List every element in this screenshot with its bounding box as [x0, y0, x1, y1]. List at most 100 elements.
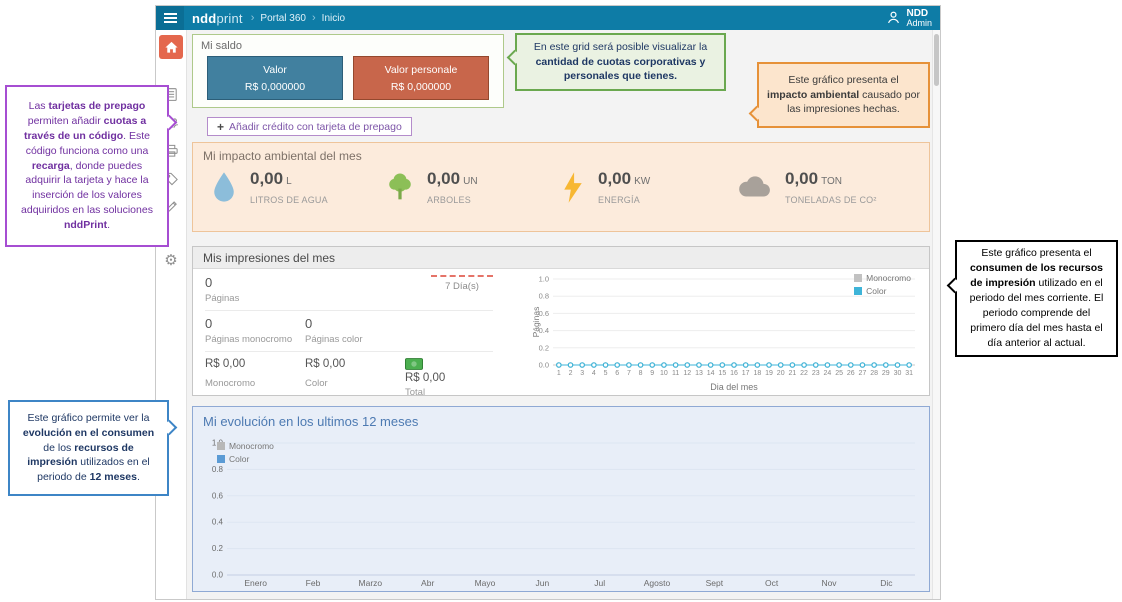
add-credit-label: Añadir crédito con tarjeta de prepago: [229, 121, 402, 133]
breadcrumb-item-inicio[interactable]: Inicio: [322, 13, 345, 24]
add-credit-button[interactable]: + Añadir crédito con tarjeta de prepago: [207, 117, 412, 136]
svg-text:15: 15: [718, 370, 726, 377]
gear-icon: ⚙: [164, 253, 177, 268]
logo-ndd: ndd: [192, 11, 216, 26]
hamburger-menu-button[interactable]: [156, 6, 184, 30]
chevron-right-icon: ›: [251, 12, 255, 24]
callout-impacto: Este gráfico presenta el impacto ambient…: [757, 62, 930, 128]
svg-text:Mayo: Mayo: [475, 578, 496, 588]
water-drop-icon: [211, 171, 237, 204]
balance-card-label: Valor personale: [354, 64, 488, 76]
sidebar-item-settings[interactable]: ⚙: [159, 248, 183, 272]
callout-text: Este gráfico presenta el consumen de los…: [965, 246, 1108, 350]
scrollbar[interactable]: [932, 30, 940, 599]
metric-label: ENERGÍA: [598, 195, 650, 205]
impresiones-panel: Mis impresiones del mes 0 Páginas 7 Día(…: [192, 246, 930, 396]
svg-text:24: 24: [824, 370, 832, 377]
user-name: NDD: [906, 8, 932, 19]
callout-arrow-left-icon: [947, 278, 963, 294]
stat-color-pages: 0 Páginas color: [305, 316, 405, 345]
stat-value: R$ 0,00: [205, 358, 305, 370]
metric-energy: 0,00KW ENERGÍA: [561, 169, 736, 205]
sidebar-item-home[interactable]: [159, 35, 183, 59]
svg-text:30: 30: [894, 370, 902, 377]
callout-saldo: En este grid será posible visualizar la …: [515, 33, 726, 91]
svg-text:16: 16: [730, 370, 738, 377]
user-menu[interactable]: NDD Admin: [886, 8, 932, 29]
svg-text:9: 9: [650, 370, 654, 377]
callout-evolucion: Este gráfico permite ver la evolución en…: [8, 400, 169, 496]
svg-text:10: 10: [660, 370, 668, 377]
metric-label: LITROS DE AGUA: [250, 195, 328, 205]
metric-label: ARBOLES: [427, 195, 478, 205]
svg-text:4: 4: [592, 370, 596, 377]
svg-text:Jul: Jul: [594, 578, 605, 588]
svg-text:28: 28: [870, 370, 878, 377]
logo-print: print: [216, 11, 242, 26]
callout-impresiones: Este gráfico presenta el consumen de los…: [955, 240, 1118, 357]
legend-swatch: [854, 274, 862, 282]
legend-swatch: [217, 455, 225, 463]
callout-prepago: Las tarjetas de prepago permiten añadir …: [5, 85, 169, 247]
dashed-line: [431, 275, 493, 277]
callout-text: En este grid será posible visualizar la …: [525, 40, 716, 85]
svg-text:29: 29: [882, 370, 890, 377]
svg-text:Feb: Feb: [306, 578, 321, 588]
svg-text:Sept: Sept: [706, 578, 724, 588]
stat-value: R$ 0,00: [405, 372, 493, 384]
metric-unit: UN: [463, 176, 477, 187]
svg-text:1: 1: [557, 370, 561, 377]
stat-label: Páginas monocromo: [205, 334, 305, 345]
metric-label: TONELADAS DE CO²: [785, 195, 877, 205]
stat-mono-cost: R$ 0,00 Monocromo: [205, 358, 305, 398]
impacto-panel-title: Mi impacto ambiental del mes: [193, 143, 929, 165]
stat-label: Páginas: [205, 293, 239, 304]
metric-co2: 0,00TON TONELADAS DE CO²: [736, 169, 911, 205]
svg-text:0.4: 0.4: [212, 518, 224, 527]
plus-icon: +: [217, 120, 224, 134]
stat-pages: 0 Páginas: [205, 275, 239, 304]
svg-text:12: 12: [683, 370, 691, 377]
saldo-panel: Mi saldo Valor R$ 0,000000 Valor persona…: [192, 34, 504, 108]
balance-card-valor-personale: Valor personale R$ 0,000000: [353, 56, 489, 100]
impacto-metrics: 0,00L LITROS DE AGUA 0,00UN ARBOLES: [193, 165, 929, 205]
tree-icon: [386, 171, 414, 204]
money-icon: [405, 358, 423, 370]
legend-item: Monocromo: [217, 441, 274, 451]
svg-text:26: 26: [847, 370, 855, 377]
impacto-panel: Mi impacto ambiental del mes 0,00L LITRO…: [192, 142, 930, 232]
svg-text:20: 20: [777, 370, 785, 377]
user-icon: [886, 10, 901, 25]
chevron-right-icon: ›: [312, 12, 316, 24]
metric-water: 0,00L LITROS DE AGUA: [211, 169, 386, 205]
evolucion-chart-svg: 0.00.20.40.60.81.0EneroFebMarzoAbrMayoJu…: [197, 433, 927, 591]
svg-text:1.0: 1.0: [539, 275, 549, 284]
scrollbar-thumb[interactable]: [934, 34, 939, 86]
svg-text:17: 17: [742, 370, 750, 377]
svg-text:11: 11: [672, 370, 679, 377]
legend-item: Color: [854, 286, 911, 296]
svg-text:22: 22: [800, 370, 808, 377]
svg-text:25: 25: [835, 370, 843, 377]
svg-text:31: 31: [905, 370, 913, 377]
hamburger-icon: [164, 13, 177, 23]
stat-color-cost: R$ 0,00 Color: [305, 358, 405, 398]
evolucion-chart: 0.00.20.40.60.81.0EneroFebMarzoAbrMayoJu…: [197, 433, 927, 591]
metric-unit: KW: [634, 176, 650, 187]
days-value: 7 Día(s): [431, 281, 493, 292]
lightning-icon: [561, 171, 585, 204]
balance-card-valor: Valor R$ 0,000000: [207, 56, 343, 100]
impresiones-chart: 0.00.20.40.60.81.01234567891011121314151…: [531, 269, 923, 393]
legend-item: Monocromo: [854, 273, 911, 283]
home-icon: [164, 40, 179, 55]
app-logo[interactable]: nddprint: [192, 11, 243, 26]
svg-text:0.6: 0.6: [212, 491, 224, 500]
svg-text:27: 27: [859, 370, 867, 377]
svg-text:0.0: 0.0: [212, 571, 224, 580]
svg-text:0.2: 0.2: [212, 544, 224, 553]
svg-text:0.2: 0.2: [539, 343, 549, 352]
breadcrumb-item-portal360[interactable]: Portal 360: [260, 13, 306, 24]
stat-label: Monocromo: [205, 378, 305, 389]
stat-label: Total: [405, 387, 493, 398]
svg-text:7: 7: [627, 370, 631, 377]
